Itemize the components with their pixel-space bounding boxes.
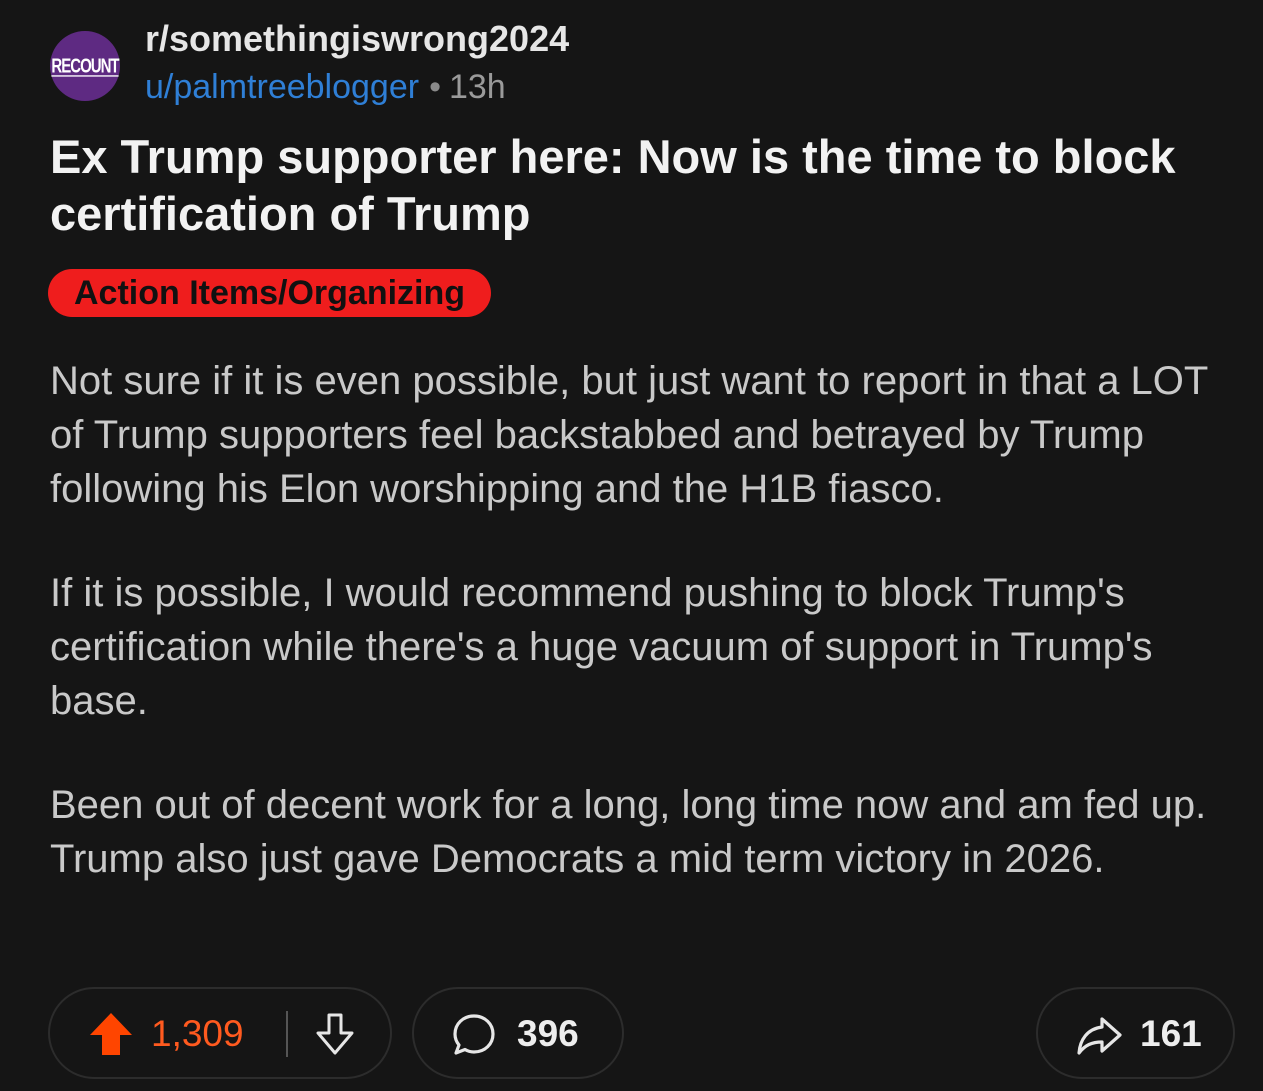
share-button[interactable]: 161 xyxy=(1036,987,1235,1079)
upvote-count: 1,309 xyxy=(151,1013,244,1054)
upvote-arrow-icon[interactable] xyxy=(88,1011,134,1057)
downvote-arrow-icon[interactable] xyxy=(312,1011,358,1057)
post-title[interactable]: Ex Trump supporter here: Now is the time… xyxy=(50,128,1230,242)
author-username[interactable]: u/palmtreeblogger xyxy=(145,68,419,106)
meta-separator: • xyxy=(429,68,441,106)
subreddit-avatar[interactable]: RECOUNT xyxy=(50,31,120,101)
body-paragraph: If it is possible, I would recommend pus… xyxy=(50,571,1153,723)
subreddit-name[interactable]: r/somethingiswrong2024 xyxy=(145,18,569,60)
share-arrow-icon xyxy=(1077,1017,1122,1055)
comment-bubble-icon xyxy=(453,1014,495,1055)
post-flair[interactable]: Action Items/Organizing xyxy=(48,269,492,317)
body-paragraph: Not sure if it is even possible, but jus… xyxy=(50,359,1208,511)
post-body: Not sure if it is even possible, but jus… xyxy=(50,354,1245,936)
post-meta: u/palmtreeblogger • 13h xyxy=(145,68,506,107)
post-age: 13h xyxy=(448,68,506,106)
comments-button[interactable]: 396 xyxy=(412,987,624,1079)
avatar-logo-text: RECOUNT xyxy=(51,54,119,78)
comment-count: 396 xyxy=(517,1013,579,1054)
share-count: 161 xyxy=(1140,1013,1202,1054)
vote-divider xyxy=(286,1011,288,1057)
body-paragraph: Been out of decent work for a long, long… xyxy=(50,783,1207,881)
vote-bar: 1,309 xyxy=(48,987,392,1079)
